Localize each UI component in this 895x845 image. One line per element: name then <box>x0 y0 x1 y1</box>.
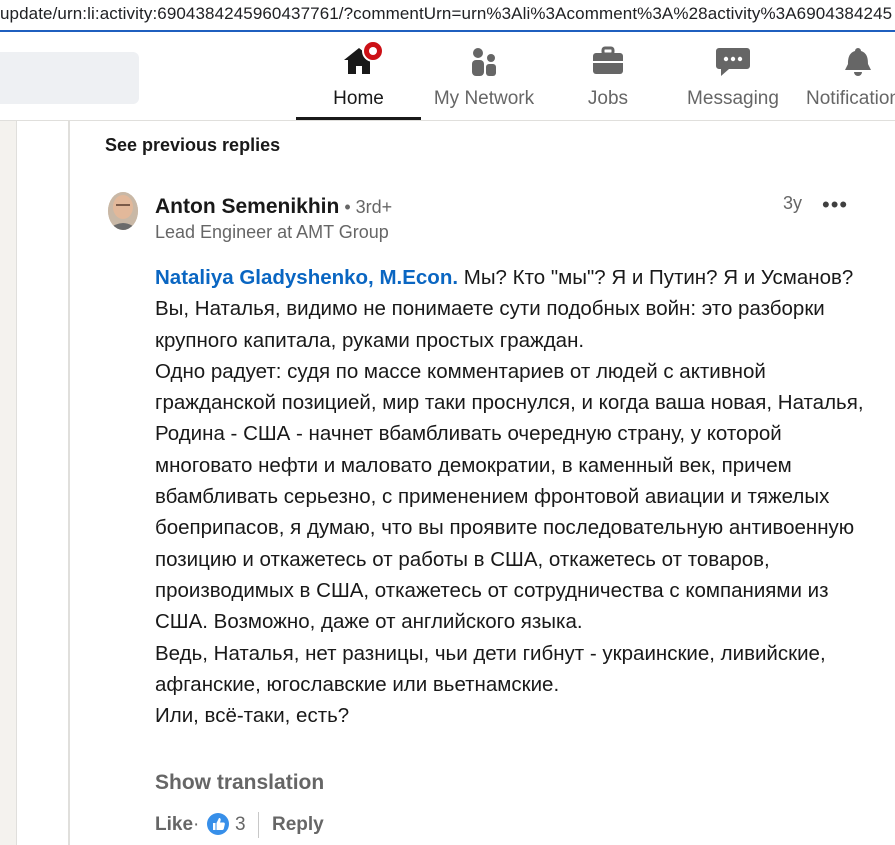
comment-paragraph: Одно радует: судя по массе комментариев … <box>155 359 864 634</box>
home-icon <box>342 40 384 82</box>
briefcase-icon <box>591 46 625 82</box>
comment-paragraph: Или, всё-таки, есть? <box>155 704 350 728</box>
nav-home-label: Home <box>333 88 384 109</box>
avatar[interactable] <box>108 192 138 230</box>
nav-notifications-label: Notifications <box>806 88 895 109</box>
nav-jobs-label: Jobs <box>587 88 629 109</box>
author-headline: Lead Engineer at AMT Group <box>155 222 389 242</box>
reply-button[interactable]: Reply <box>272 814 324 836</box>
show-translation-button[interactable]: Show translation <box>155 771 324 795</box>
separator-dot: · <box>193 814 200 835</box>
url-text: update/urn:li:activity:69043842459604377… <box>0 4 893 23</box>
comment-paragraph: Nataliya Gladyshenko, M.Econ. Мы? Кто "м… <box>155 262 875 356</box>
author-name: Anton Semenikhin <box>155 195 340 218</box>
nav-my-network-label: My Network <box>433 88 535 109</box>
mention-link[interactable]: Nataliya Gladyshenko, M.Econ. <box>155 266 458 289</box>
action-divider <box>258 812 259 838</box>
search-box[interactable] <box>0 52 139 104</box>
like-reaction-icon[interactable] <box>206 812 230 842</box>
nav-home[interactable]: Home <box>296 32 421 120</box>
comment-body: Nataliya Gladyshenko, M.Econ. Мы? Кто "м… <box>155 262 875 731</box>
nav-messaging-label: Messaging <box>687 88 779 109</box>
nav-my-network[interactable]: My Network <box>424 32 544 118</box>
nav-jobs[interactable]: Jobs <box>558 32 658 118</box>
reaction-count[interactable]: 3 <box>235 814 246 836</box>
comment-paragraph: Ведь, Наталья, нет разницы, чьи дети гиб… <box>155 641 826 696</box>
global-nav: Home My Network Jobs Messaging Notificat… <box>0 32 895 121</box>
bell-icon <box>841 46 875 84</box>
connection-degree: • 3rd+ <box>339 197 393 217</box>
thread-line <box>68 121 70 845</box>
nav-messaging[interactable]: Messaging <box>684 32 782 118</box>
messaging-icon <box>715 46 751 84</box>
nav-notifications[interactable]: Notifications <box>806 32 895 118</box>
like-button[interactable]: Like <box>155 814 193 836</box>
comment-author[interactable]: Anton Semenikhin • 3rd+ <box>155 195 392 219</box>
see-previous-replies-link[interactable]: See previous replies <box>105 135 280 156</box>
comment-timestamp: 3y <box>783 193 803 213</box>
network-icon <box>467 46 501 84</box>
address-bar[interactable]: update/urn:li:activity:69043842459604377… <box>0 0 895 32</box>
more-options-icon[interactable]: ••• <box>822 192 848 218</box>
notification-badge <box>361 40 384 62</box>
